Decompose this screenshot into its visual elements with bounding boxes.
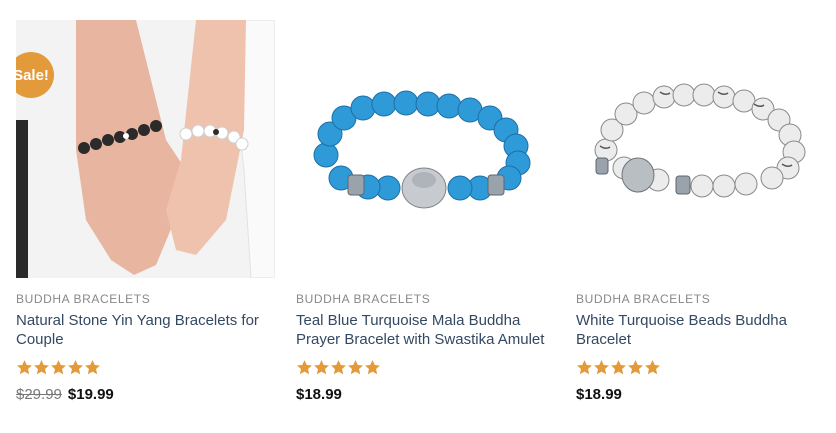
star-icon (51, 360, 66, 375)
product-image[interactable] (296, 20, 555, 278)
star-icon (297, 360, 312, 375)
star-rating (576, 359, 836, 377)
product-category[interactable]: BUDDHA BRACELETS (296, 292, 556, 306)
old-price: $29.99 (16, 386, 62, 403)
star-icon (17, 360, 32, 375)
price: $29.99 $19.99 (16, 386, 276, 404)
product-title[interactable]: Natural Stone Yin Yang Bracelets for Cou… (16, 311, 266, 349)
product-card: Sale! BUDDHA BRACELETS Natural Stone Yin… (16, 20, 276, 404)
star-icon (34, 360, 49, 375)
star-icon (68, 360, 83, 375)
star-rating (296, 359, 556, 377)
star-icon (365, 360, 380, 375)
product-category[interactable]: BUDDHA BRACELETS (576, 292, 836, 306)
star-icon (628, 360, 643, 375)
product-image[interactable]: Sale! (16, 20, 275, 278)
product-card: BUDDHA BRACELETS White Turquoise Beads B… (576, 20, 836, 404)
star-icon (594, 360, 609, 375)
product-category[interactable]: BUDDHA BRACELETS (16, 292, 276, 306)
product-card: BUDDHA BRACELETS Teal Blue Turquoise Mal… (296, 20, 556, 404)
star-icon (348, 360, 363, 375)
star-icon (331, 360, 346, 375)
product-title[interactable]: White Turquoise Beads Buddha Bracelet (576, 311, 826, 349)
star-icon (314, 360, 329, 375)
star-rating (16, 359, 276, 377)
star-icon (611, 360, 626, 375)
price: $18.99 (296, 386, 342, 403)
star-icon (85, 360, 100, 375)
star-icon (577, 360, 592, 375)
price: $18.99 (576, 386, 622, 403)
sale-price: $19.99 (67, 386, 114, 403)
product-grid: Sale! BUDDHA BRACELETS Natural Stone Yin… (0, 0, 836, 433)
star-icon (645, 360, 660, 375)
product-image[interactable] (576, 20, 835, 278)
product-title[interactable]: Teal Blue Turquoise Mala Buddha Prayer B… (296, 311, 546, 349)
